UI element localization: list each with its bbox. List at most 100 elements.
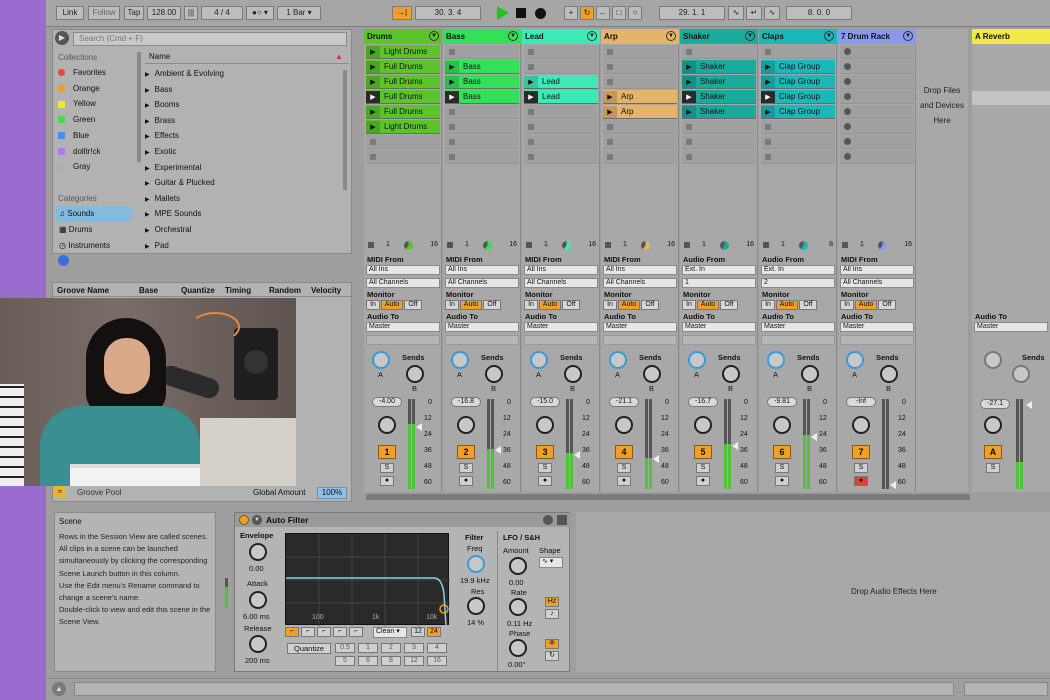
output-select[interactable]: Master [840, 322, 914, 332]
browser-item[interactable]: ▶ Pad [145, 238, 335, 253]
monitor-in-button[interactable]: In [840, 300, 854, 310]
global-amount-field[interactable]: 100% [317, 487, 347, 499]
channel-select[interactable]: 2 [761, 278, 835, 288]
volume-slider-handle[interactable] [811, 433, 817, 442]
clip-launch-icon[interactable]: ▶ [682, 76, 696, 88]
volume-field[interactable]: -15.0 [530, 397, 560, 407]
clip-slot[interactable]: ▶ Light Drums [366, 120, 440, 134]
send-b-knob[interactable] [406, 365, 424, 383]
clip-slot[interactable]: ▶ Full Drums [366, 90, 440, 104]
arm-button[interactable]: ● [854, 476, 868, 486]
output-select[interactable]: Master [682, 322, 756, 332]
empty-clip-slot[interactable] [524, 105, 598, 119]
empty-clip-slot[interactable] [524, 150, 598, 164]
send-b-knob[interactable] [485, 365, 503, 383]
browser-divider-scroll[interactable] [137, 52, 141, 162]
monitor-auto-button[interactable]: Auto [855, 300, 877, 310]
input-select[interactable]: All Ins [445, 265, 519, 275]
device-activator-icon[interactable] [239, 515, 249, 525]
pan-knob[interactable] [615, 416, 633, 434]
track-header[interactable]: Shaker ▼ [680, 29, 758, 44]
empty-clip-slot[interactable] [366, 135, 440, 149]
clip-launch-icon[interactable]: ▶ [761, 91, 775, 103]
clip-launch-icon[interactable]: ▶ [366, 106, 380, 118]
empty-clip-slot[interactable] [840, 105, 914, 119]
empty-clip-slot[interactable] [603, 45, 677, 59]
envelope-knob[interactable] [249, 543, 267, 561]
volume-field[interactable]: -9.81 [767, 397, 797, 407]
output-select[interactable]: Master [445, 322, 519, 332]
channel-select[interactable]: All Channels [840, 278, 914, 288]
collection-item[interactable]: Orange [58, 81, 136, 96]
clip-slot[interactable]: ▶ Full Drums [366, 60, 440, 74]
browser-search-input[interactable]: Search (Cmd + F) [73, 32, 347, 46]
track-activator-button[interactable]: 3 [536, 445, 554, 459]
track-stop-icon[interactable] [763, 242, 769, 248]
empty-clip-slot[interactable] [840, 135, 914, 149]
empty-clip-slot[interactable] [840, 60, 914, 74]
clip-launch-icon[interactable]: ▶ [445, 76, 459, 88]
monitor-in-button[interactable]: In [445, 300, 459, 310]
channel-select[interactable]: All Channels [603, 278, 677, 288]
clip-launch-icon[interactable]: ▶ [603, 91, 617, 103]
clip-launch-icon[interactable]: ▶ [366, 46, 380, 58]
monitor-off-button[interactable]: Off [562, 300, 580, 310]
browser-item[interactable]: ▶ Exotic [145, 144, 335, 159]
clip-launch-icon[interactable]: ▶ [761, 61, 775, 73]
track-header[interactable]: Lead ▼ [522, 29, 600, 44]
collection-item[interactable]: Gray [58, 159, 136, 174]
pan-knob[interactable] [457, 416, 475, 434]
slope-24-button[interactable]: 24 [427, 627, 441, 637]
send-a-knob[interactable] [767, 351, 785, 369]
clip-launch-icon[interactable]: ▶ [761, 106, 775, 118]
input-select[interactable]: All Ins [366, 265, 440, 275]
volume-slider-handle[interactable] [890, 480, 896, 489]
output-select[interactable]: Master [524, 322, 598, 332]
slope-12-button[interactable]: 12 [411, 627, 425, 637]
empty-clip-slot[interactable] [840, 120, 914, 134]
quantize-value-button[interactable]: 2 [381, 643, 401, 653]
clip-slot[interactable]: ▶ Clap Group [761, 60, 835, 74]
tempo-field[interactable]: 128.00 [147, 6, 181, 20]
filter-notch-button[interactable]: ⌐ [333, 627, 347, 637]
pan-knob[interactable] [378, 416, 396, 434]
res-knob[interactable] [467, 597, 485, 615]
empty-clip-slot[interactable] [603, 135, 677, 149]
volume-slider-handle[interactable] [416, 423, 422, 432]
track-stop-icon[interactable] [526, 242, 532, 248]
monitor-off-button[interactable]: Off [799, 300, 817, 310]
pan-knob[interactable] [773, 416, 791, 434]
browser-item[interactable]: ▶ Effects [145, 128, 335, 143]
collection-item[interactable]: dolltr!ck [58, 144, 136, 159]
clip-launch-icon[interactable]: ▶ [603, 106, 617, 118]
arm-button[interactable]: ● [696, 476, 710, 486]
input-select[interactable]: All Ins [603, 265, 677, 275]
send-a-knob[interactable] [688, 351, 706, 369]
amount-knob[interactable] [509, 557, 527, 575]
return-volume-slider[interactable] [1026, 401, 1032, 409]
solo-button[interactable]: S [617, 463, 631, 473]
monitor-in-button[interactable]: In [761, 300, 775, 310]
clip-slot[interactable]: ▶ Clap Group [761, 105, 835, 119]
clip-launch-icon[interactable]: ▶ [524, 76, 538, 88]
send-a-knob[interactable] [372, 351, 390, 369]
status-right-field[interactable] [964, 682, 1048, 696]
input-select[interactable]: Ext. In [682, 265, 756, 275]
track-activator-button[interactable]: 2 [457, 445, 475, 459]
return-send-b-knob[interactable] [1012, 365, 1030, 383]
groove-column-header[interactable]: Random [269, 286, 301, 295]
track-fold-icon[interactable]: ▼ [429, 31, 439, 41]
track-activator-button[interactable]: 5 [694, 445, 712, 459]
collection-item[interactable]: Yellow [58, 96, 136, 111]
clip-launch-icon[interactable]: ▶ [445, 91, 459, 103]
track-activator-button[interactable]: 1 [378, 445, 396, 459]
return-track-header[interactable]: A Reverb [972, 29, 1050, 44]
tap-tempo-button[interactable]: Tap [124, 6, 144, 20]
clip-launch-icon[interactable]: ▶ [524, 91, 538, 103]
monitor-in-button[interactable]: In [524, 300, 538, 310]
clip-launch-icon[interactable]: ▶ [366, 76, 380, 88]
filter-morph-button[interactable]: ⌐ [349, 627, 363, 637]
track-fold-icon[interactable]: ▼ [508, 31, 518, 41]
quantize-value-button[interactable]: 5 [335, 656, 355, 666]
release-knob[interactable] [249, 635, 267, 653]
